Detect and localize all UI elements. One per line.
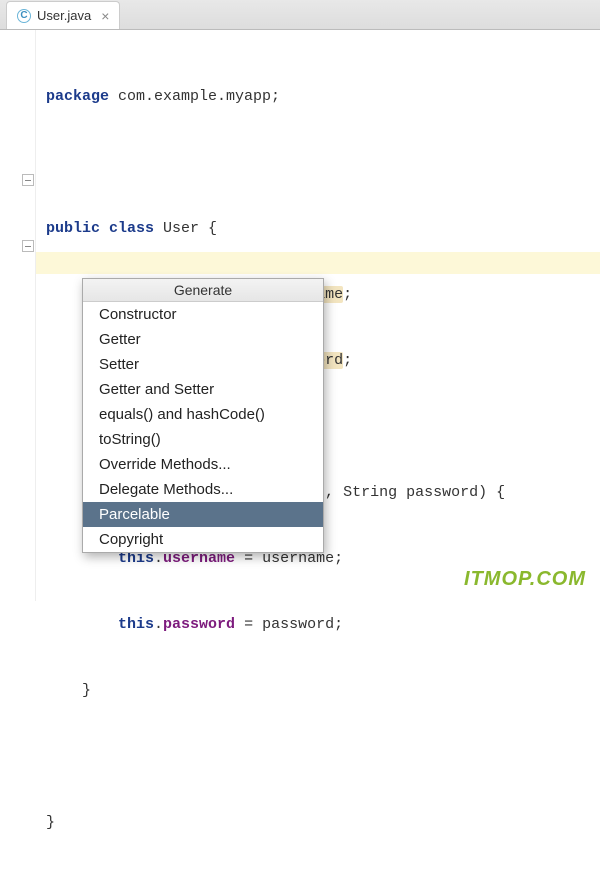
code-text (46, 352, 82, 369)
code-text: } (46, 682, 91, 699)
class-icon: C (17, 9, 31, 23)
code-text: com.example.myapp; (109, 88, 280, 105)
close-icon[interactable]: × (101, 8, 109, 24)
code-text (46, 484, 82, 501)
generate-item-delegate-methods[interactable]: Delegate Methods... (83, 477, 323, 502)
generate-item-getter-and-setter[interactable]: Getter and Setter (83, 377, 323, 402)
code-field: password (163, 616, 235, 633)
popup-title: Generate (83, 279, 323, 302)
generate-item-tostring[interactable]: toString() (83, 427, 323, 452)
generate-item-setter[interactable]: Setter (83, 352, 323, 377)
watermark-text: ITMOP.COM (464, 568, 586, 591)
generate-item-getter[interactable]: Getter (83, 327, 323, 352)
code-keyword: package (46, 88, 109, 105)
code-keyword: this (118, 616, 154, 633)
fold-open-icon[interactable] (22, 174, 34, 186)
code-text: = password; (235, 616, 343, 633)
fold-close-icon[interactable] (22, 240, 34, 252)
generate-item-constructor[interactable]: Constructor (83, 302, 323, 327)
editor-tab-bar: C User.java × (0, 0, 600, 30)
code-text (46, 616, 118, 633)
generate-item-parcelable[interactable]: Parcelable (83, 502, 323, 527)
generate-item-override-methods[interactable]: Override Methods... (83, 452, 323, 477)
code-text: ; (343, 286, 352, 303)
code-text: User { (154, 220, 217, 237)
tab-title: User.java (37, 8, 91, 23)
generate-popup: Generate ConstructorGetterSetterGetter a… (82, 278, 324, 553)
code-text: ; (343, 352, 352, 369)
code-text (46, 286, 82, 303)
code-keyword: class (100, 220, 154, 237)
generate-item-equals-and-hashcode[interactable]: equals() and hashCode() (83, 402, 323, 427)
current-line-highlight (36, 252, 600, 274)
editor-gutter (0, 30, 36, 601)
code-text: . (154, 616, 163, 633)
generate-item-copyright[interactable]: Copyright (83, 527, 323, 552)
editor-tab-user-java[interactable]: C User.java × (6, 1, 120, 29)
code-keyword: public (46, 220, 100, 237)
code-text: } (46, 814, 55, 831)
